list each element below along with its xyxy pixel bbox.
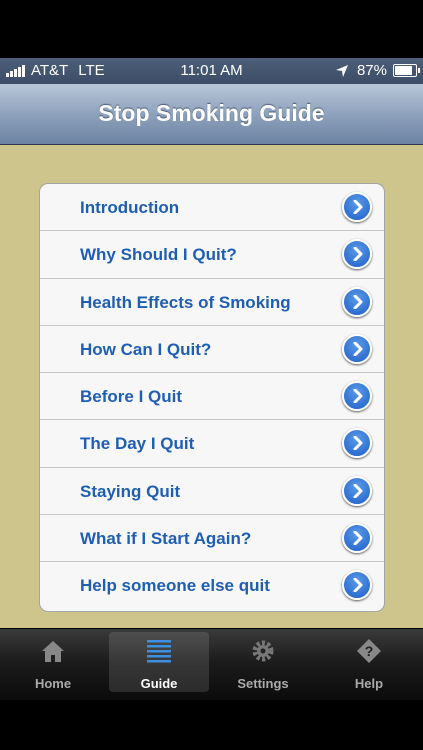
menu-row[interactable]: Before I Quit — [40, 373, 384, 421]
tab-label: Settings — [237, 676, 289, 691]
disclosure-chevron-icon[interactable] — [342, 381, 372, 412]
menu-row-label: What if I Start Again? — [80, 529, 252, 549]
disclosure-chevron-icon[interactable] — [342, 570, 372, 601]
menu-row[interactable]: Why Should I Quit? — [40, 231, 384, 279]
menu-row-label: Help someone else quit — [80, 576, 270, 596]
disclosure-chevron-icon[interactable] — [342, 192, 372, 222]
navigation-bar: Stop Smoking Guide — [0, 84, 423, 145]
battery-icon — [393, 64, 420, 77]
menu-row-label: Introduction — [80, 198, 180, 217]
menu-row[interactable]: Introduction — [40, 184, 384, 232]
tab-label: Guide — [140, 676, 178, 691]
menu-row[interactable]: How Can I Quit? — [40, 326, 384, 374]
disclosure-chevron-icon[interactable] — [342, 428, 372, 459]
location-arrow-icon — [335, 64, 348, 77]
help-icon: ? — [356, 638, 382, 666]
menu-row-label: How Can I Quit? — [80, 339, 212, 359]
disclosure-chevron-icon[interactable] — [342, 239, 372, 270]
status-bar: AT&T LTE 11:01 AM 87% — [0, 58, 423, 84]
tab-label: Help — [354, 676, 384, 691]
top-bezel — [0, 0, 423, 58]
tab-label: Home — [34, 676, 72, 691]
bottom-bezel — [0, 700, 423, 750]
battery-fill — [395, 66, 412, 75]
menu-row-label: Before I Quit — [80, 387, 183, 407]
disclosure-chevron-icon[interactable] — [342, 475, 372, 506]
status-right: 87% — [335, 62, 420, 79]
tab-home[interactable]: Home — [3, 632, 103, 692]
tab-settings[interactable]: Settings — [213, 632, 313, 692]
menu-row[interactable]: Help someone else quit — [40, 562, 384, 609]
list-icon — [146, 638, 172, 666]
disclosure-chevron-icon[interactable] — [342, 286, 372, 317]
disclosure-chevron-icon[interactable] — [342, 333, 372, 364]
menu-row-label: Staying Quit — [80, 481, 181, 501]
menu-row[interactable]: Health Effects of Smoking — [40, 279, 384, 326]
menu-row-label: Health Effects of Smoking — [80, 292, 291, 312]
menu-row-label: Why Should I Quit? — [80, 245, 237, 265]
menu-row[interactable]: Staying Quit — [40, 468, 384, 516]
battery-percent: 87% — [356, 62, 387, 79]
gear-icon — [250, 638, 276, 666]
tab-help[interactable]: ? Help — [319, 632, 419, 692]
menu-row[interactable]: What if I Start Again? — [40, 515, 384, 563]
home-icon — [40, 638, 66, 666]
page-title: Stop Smoking Guide — [98, 100, 325, 126]
menu-row-label: The Day I Quit — [80, 434, 195, 454]
content-area: Introduction Why Should I Quit? Health Eff… — [0, 145, 423, 628]
guide-menu: Introduction Why Should I Quit? Health Eff… — [39, 183, 385, 612]
disclosure-chevron-icon[interactable] — [342, 523, 372, 554]
menu-row[interactable]: The Day I Quit — [40, 420, 384, 468]
tab-bar: Home Guide Settings? Help — [0, 628, 423, 701]
tab-guide[interactable]: Guide — [109, 632, 209, 692]
svg-text:?: ? — [365, 643, 374, 659]
